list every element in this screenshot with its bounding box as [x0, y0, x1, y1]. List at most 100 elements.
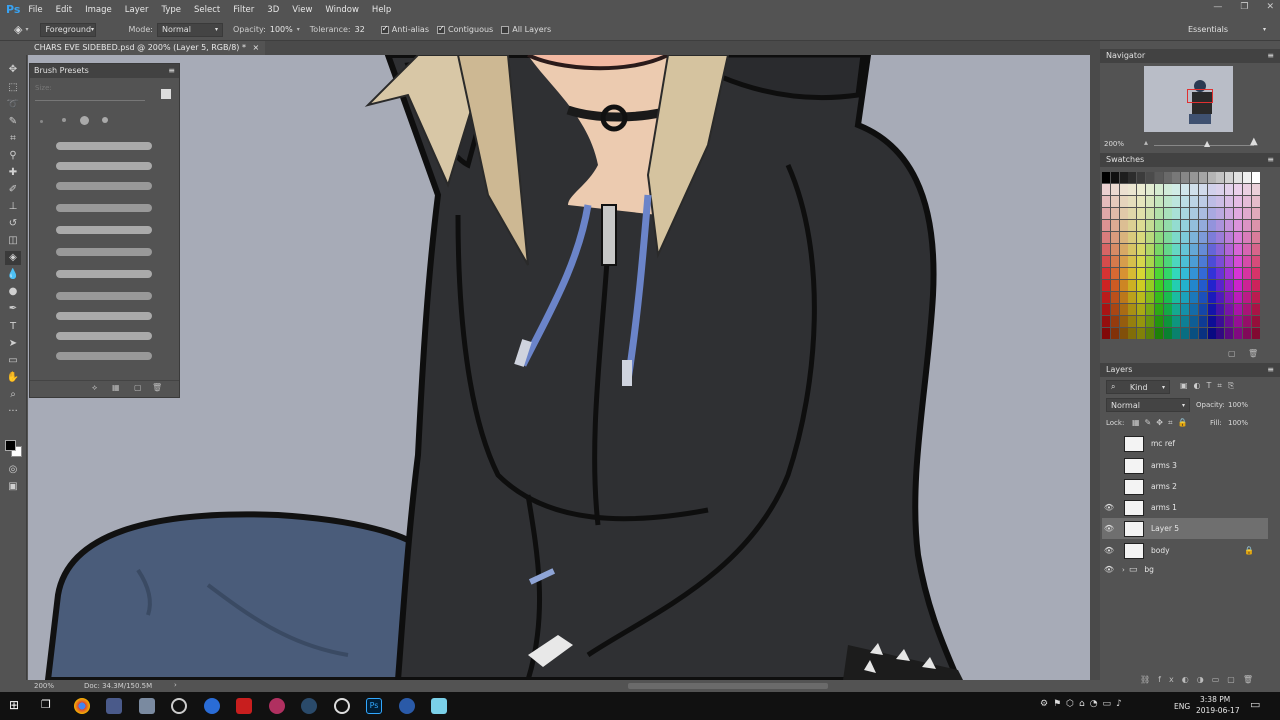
swatch-cell[interactable]	[1110, 196, 1119, 207]
swatch-cell[interactable]	[1190, 268, 1198, 279]
swatch-cell[interactable]	[1207, 328, 1216, 339]
brush-tool-icon[interactable]: ✐	[5, 183, 21, 197]
swatch-cell[interactable]	[1242, 220, 1251, 231]
document-canvas[interactable]	[28, 55, 1090, 680]
swatch-cell[interactable]	[1225, 268, 1234, 279]
tool-preset-arrow-icon[interactable]: ▾	[25, 26, 28, 33]
swatches-grid[interactable]	[1102, 172, 1262, 348]
swatch-cell[interactable]	[1225, 256, 1234, 267]
swatch-cell[interactable]	[1154, 172, 1163, 183]
swatch-cell[interactable]	[1154, 292, 1163, 303]
swatch-cell[interactable]	[1102, 244, 1110, 255]
swatch-cell[interactable]	[1207, 280, 1216, 291]
zoom-tool-icon[interactable]: ⌕	[5, 388, 21, 402]
layer-row[interactable]: 👁 arms 1	[1102, 497, 1268, 518]
zoom-in-icon[interactable]: ▲	[1250, 136, 1258, 147]
new-group-icon[interactable]: ▭	[1212, 675, 1228, 684]
menu-type[interactable]: Type	[161, 5, 181, 15]
swatch-cell[interactable]	[1119, 196, 1128, 207]
navigator-zoom-value[interactable]: 200%	[1104, 140, 1124, 148]
brush-tip-row[interactable]	[40, 116, 160, 126]
type-tool-icon[interactable]: T	[5, 320, 21, 334]
swatch-cell[interactable]	[1102, 172, 1110, 183]
swatch-cell[interactable]	[1146, 220, 1154, 231]
swatch-cell[interactable]	[1190, 232, 1198, 243]
swatch-cell[interactable]	[1146, 316, 1154, 327]
swatch-cell[interactable]	[1216, 256, 1225, 267]
swatch-cell[interactable]	[1119, 268, 1128, 279]
status-menu-arrow-icon[interactable]: ›	[174, 681, 177, 689]
swatch-cell[interactable]	[1251, 292, 1260, 303]
all-layers-checkbox[interactable]	[501, 25, 510, 34]
language-indicator[interactable]: ENG	[1174, 702, 1190, 711]
swatch-cell[interactable]	[1146, 244, 1154, 255]
swatch-cell[interactable]	[1119, 256, 1128, 267]
swatch-cell[interactable]	[1216, 232, 1225, 243]
swatch-cell[interactable]	[1190, 328, 1198, 339]
swatch-cell[interactable]	[1207, 268, 1216, 279]
eraser-tool-icon[interactable]: ◫	[5, 234, 21, 248]
swatch-cell[interactable]	[1172, 172, 1181, 183]
swatch-cell[interactable]	[1225, 328, 1234, 339]
swatch-cell[interactable]	[1154, 256, 1163, 267]
swatch-cell[interactable]	[1146, 172, 1154, 183]
swatch-cell[interactable]	[1163, 256, 1172, 267]
swatch-cell[interactable]	[1102, 316, 1110, 327]
swatch-cell[interactable]	[1190, 316, 1198, 327]
swatch-cell[interactable]	[1225, 184, 1234, 195]
swatch-cell[interactable]	[1110, 208, 1119, 219]
swatch-cell[interactable]	[1198, 220, 1207, 231]
swatch-cell[interactable]	[1251, 280, 1260, 291]
swatch-cell[interactable]	[1234, 268, 1242, 279]
swatch-cell[interactable]	[1119, 244, 1128, 255]
delete-layer-icon[interactable]: 🗑	[1243, 675, 1261, 684]
swatch-cell[interactable]	[1242, 232, 1251, 243]
fill-source-dropdown[interactable]: Foreground ▾	[40, 22, 97, 37]
swatch-cell[interactable]	[1207, 196, 1216, 207]
healing-brush-icon[interactable]: ✚	[5, 166, 21, 180]
swatch-cell[interactable]	[1207, 184, 1216, 195]
swatch-cell[interactable]	[1110, 220, 1119, 231]
swatch-cell[interactable]	[1207, 292, 1216, 303]
menu-3d[interactable]: 3D	[267, 5, 279, 15]
swatch-cell[interactable]	[1163, 232, 1172, 243]
swatch-cell[interactable]	[1198, 268, 1207, 279]
opacity-value[interactable]: 100%	[270, 25, 293, 34]
swatch-cell[interactable]	[1154, 244, 1163, 255]
swatch-cell[interactable]	[1234, 196, 1242, 207]
swatch-cell[interactable]	[1216, 280, 1225, 291]
brush-preset-item[interactable]	[56, 292, 152, 300]
swatch-cell[interactable]	[1216, 304, 1225, 315]
swatch-cell[interactable]	[1225, 316, 1234, 327]
swatch-cell[interactable]	[1128, 280, 1137, 291]
navigator-view-box[interactable]	[1187, 89, 1213, 103]
swatch-cell[interactable]	[1128, 184, 1137, 195]
swatch-cell[interactable]	[1190, 208, 1198, 219]
swatch-cell[interactable]	[1251, 232, 1260, 243]
layer-group-row[interactable]: 👁 › ▭ bg	[1102, 559, 1268, 580]
swatch-cell[interactable]	[1190, 220, 1198, 231]
document-tab[interactable]: CHARS EVE SIDEBED.psd @ 200% (Layer 5, R…	[28, 41, 266, 55]
swatch-cell[interactable]	[1198, 256, 1207, 267]
swatch-cell[interactable]	[1146, 196, 1154, 207]
swatch-cell[interactable]	[1242, 280, 1251, 291]
swatch-cell[interactable]	[1146, 268, 1154, 279]
new-preset-icon[interactable]: ▢	[134, 383, 142, 392]
eye-icon[interactable]: 👁	[1102, 503, 1116, 512]
swatch-cell[interactable]	[1225, 292, 1234, 303]
expand-group-icon[interactable]: ›	[1122, 566, 1125, 574]
swatch-cell[interactable]	[1225, 232, 1234, 243]
app-icon[interactable]	[334, 698, 350, 714]
swatch-cell[interactable]	[1181, 292, 1190, 303]
swatch-cell[interactable]	[1181, 244, 1190, 255]
clock-time[interactable]: 3:38 PM	[1200, 695, 1230, 704]
swatch-cell[interactable]	[1137, 316, 1146, 327]
swatch-cell[interactable]	[1198, 172, 1207, 183]
toggle-brush-panel-icon[interactable]: ⟡	[92, 383, 97, 393]
layer-row[interactable]: arms 3	[1102, 455, 1268, 476]
windows-start-icon[interactable]: ⊞	[9, 698, 19, 712]
swatch-cell[interactable]	[1198, 328, 1207, 339]
swatch-cell[interactable]	[1163, 184, 1172, 195]
swatch-cell[interactable]	[1128, 256, 1137, 267]
pen-tool-icon[interactable]: ✒	[5, 302, 21, 316]
